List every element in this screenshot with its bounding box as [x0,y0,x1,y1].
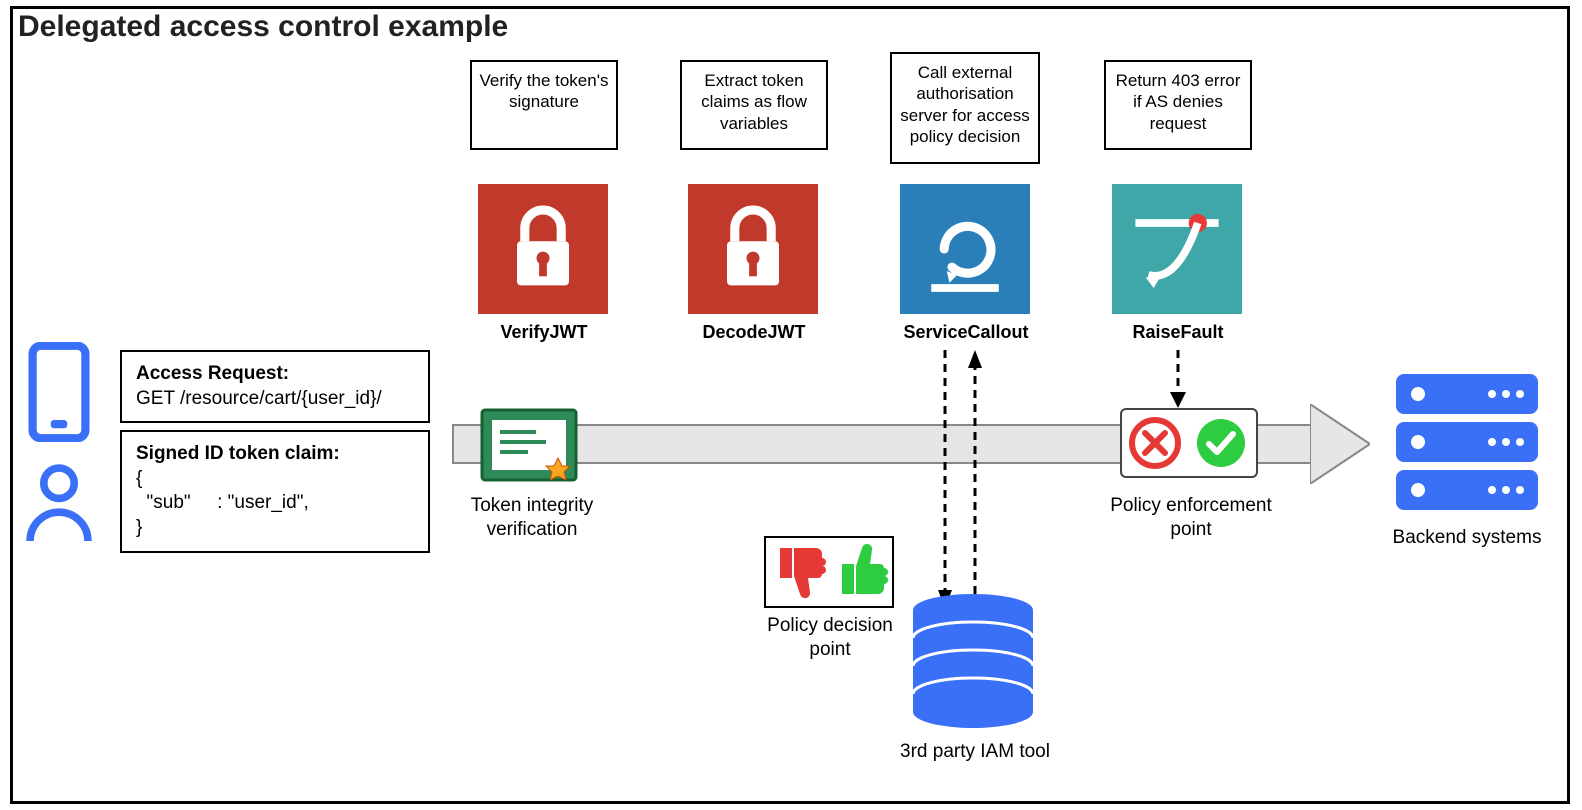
caption-verify: Verify the token's signature [470,60,618,150]
backend-servers-icon [1392,368,1542,518]
verifyjwt-label: VerifyJWT [464,322,624,343]
caption-fault: Return 403 error if AS denies request [1104,60,1252,150]
caption-extract-text: Extract token claims as flow variables [701,71,807,133]
iam-label: 3rd party IAM tool [880,740,1070,764]
pep-label: Policy enforcement point [1096,494,1286,542]
raisefault-arrow-icon [1166,350,1190,410]
verifyjwt-tile-icon [478,184,608,314]
token-claim-heading: Signed ID token claim: [136,443,340,464]
caption-callout: Call external authorisation server for a… [890,52,1040,164]
servicecallout-tile-icon [900,184,1030,314]
decodejwt-tile-icon [688,184,818,314]
access-request-heading: Access Request: [136,363,289,384]
access-request-box: Access Request: GET /resource/cart/{user… [120,350,430,423]
caption-callout-text: Call external authorisation server for a… [900,63,1029,146]
token-integrity-label: Token integrity verification [452,494,612,542]
allow-circle-icon [1194,416,1248,470]
decodejwt-label: DecodeJWT [674,322,834,343]
token-claim-box: Signed ID token claim: { "sub" : "user_i… [120,430,430,553]
diagram-title: Delegated access control example [18,10,508,44]
raisefault-label: RaiseFault [1098,322,1258,343]
mobile-device-icon [26,342,92,442]
caption-fault-text: Return 403 error if AS denies request [1116,71,1241,133]
access-request-line: GET /resource/cart/{user_id}/ [136,387,414,412]
token-body-line: "sub" : "user_id", [136,491,414,516]
user-icon [24,460,94,546]
servicecallout-label: ServiceCallout [886,322,1046,343]
callout-arrows-icon [930,350,990,620]
thumbs-up-icon [834,542,890,600]
backend-label: Backend systems [1392,526,1542,550]
flow-arrowhead-icon [1310,404,1370,484]
caption-verify-text: Verify the token's signature [480,71,609,111]
token-body-close: } [136,516,414,541]
certificate-icon [480,408,578,482]
deny-circle-icon [1128,416,1182,470]
pdp-label: Policy decision point [750,614,910,662]
database-icon [908,592,1038,732]
token-body-open: { [136,467,414,492]
caption-extract: Extract token claims as flow variables [680,60,828,150]
raisefault-tile-icon [1112,184,1242,314]
thumbs-down-icon [772,542,828,600]
